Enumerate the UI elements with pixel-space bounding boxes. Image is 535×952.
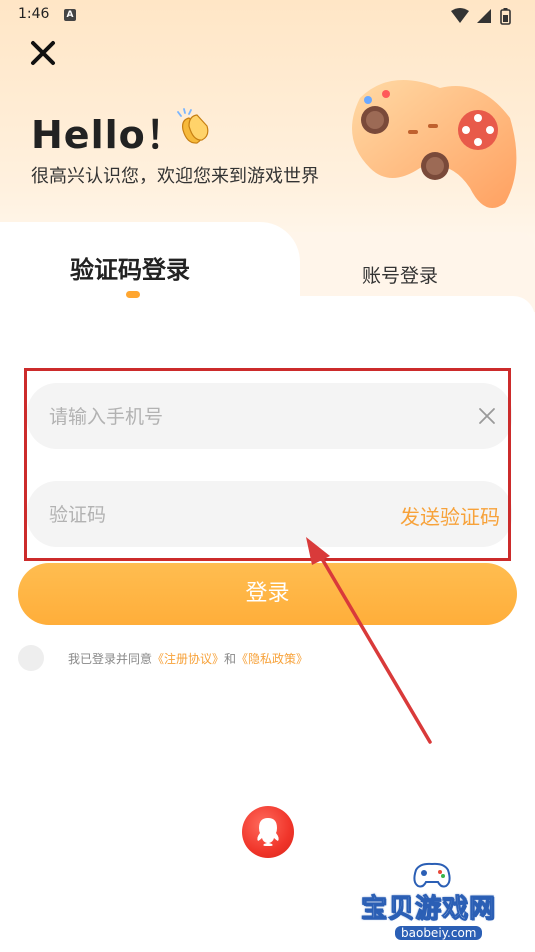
a-badge-icon: A [64, 9, 76, 21]
agreement-prefix: 我已登录并同意 [68, 652, 153, 666]
watermark: 宝贝游戏网 baobeiy.com [355, 860, 530, 948]
close-icon[interactable] [28, 38, 58, 68]
welcome-subtitle: 很高兴认识您，欢迎您来到游戏世界 [31, 166, 319, 187]
login-button[interactable]: 登录 [18, 563, 517, 625]
game-controller-icon [413, 862, 451, 888]
annotation-highlight-box [24, 368, 511, 561]
greeting-title: Hello！ [31, 113, 185, 157]
register-agreement-link[interactable]: 《注册协议》 [152, 652, 224, 666]
watermark-url: baobeiy.com [395, 926, 483, 940]
battery-icon [500, 8, 511, 25]
qq-login-button[interactable] [242, 806, 294, 858]
agreement-checkbox[interactable] [18, 645, 44, 671]
gamepad-illustration [352, 80, 517, 208]
status-icons [451, 8, 511, 25]
wifi-icon [451, 8, 469, 23]
watermark-title: 宝贝游戏网 [360, 894, 497, 925]
status-time: 1:46 [18, 6, 50, 22]
tab-sms-login[interactable]: 验证码登录 [70, 250, 190, 285]
clapping-hands-icon [177, 108, 209, 144]
status-bar: 1:46 A [0, 0, 535, 32]
tab-account-login[interactable]: 账号登录 [362, 261, 438, 288]
active-tab-indicator [126, 291, 140, 298]
qq-icon [257, 818, 279, 846]
signal-icon [477, 9, 491, 23]
agreement-text: 我已登录并同意《注册协议》和《隐私政策》 [68, 650, 308, 667]
privacy-policy-link[interactable]: 《隐私政策》 [236, 652, 308, 666]
agreement-conjunction: 和 [224, 652, 237, 666]
